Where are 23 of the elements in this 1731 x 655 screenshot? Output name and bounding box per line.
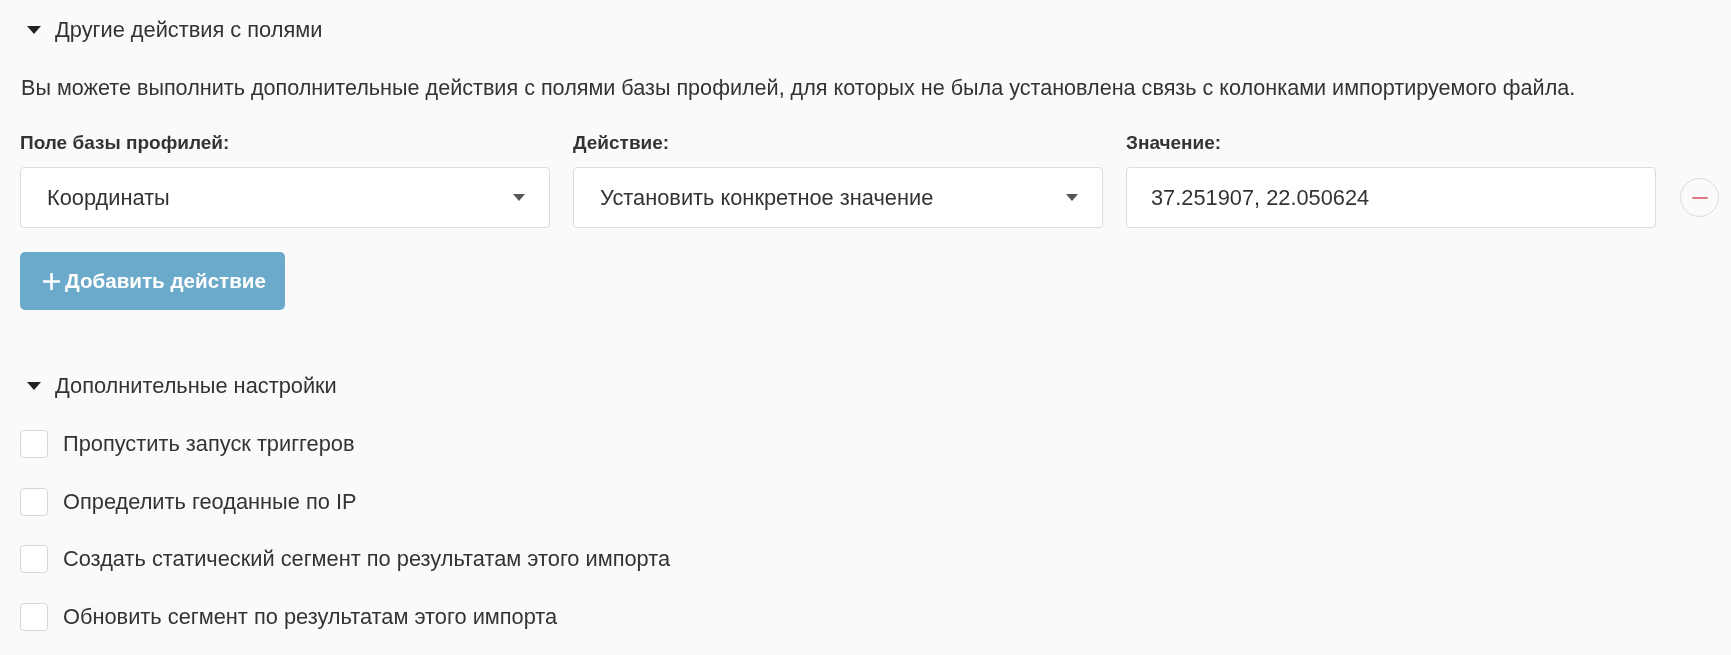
section-title[interactable]: Дополнительные настройки bbox=[55, 373, 337, 399]
column-label: Поле базы профилей: bbox=[20, 132, 230, 154]
caret-icon[interactable] bbox=[27, 382, 41, 390]
checkbox[interactable] bbox=[20, 487, 48, 516]
value-input-field[interactable]: 37.251907, 22.050624 bbox=[1126, 167, 1656, 228]
description-text: Вы можете выполнить дополнительные действия с полями базы профилей, для которых не была установлена связь с колонками импортируемого файла. bbox=[21, 75, 1577, 101]
checkbox[interactable] bbox=[20, 430, 48, 458]
column-label: Действие: bbox=[573, 132, 670, 154]
checkbox-label[interactable]: Пропустить запуск триггеров bbox=[63, 431, 355, 457]
checkbox[interactable] bbox=[20, 545, 48, 574]
plus-icon bbox=[43, 272, 60, 290]
checkbox-label[interactable]: Создать статический сегмент по результатам этого импорта bbox=[63, 546, 671, 573]
minus-icon bbox=[1691, 196, 1708, 199]
caret-icon bbox=[1066, 194, 1078, 201]
action-dropdown[interactable]: Установить конкретное значение bbox=[573, 167, 1103, 228]
caret-icon bbox=[513, 194, 525, 201]
field-dropdown[interactable]: Координаты bbox=[20, 167, 550, 228]
caret-icon[interactable] bbox=[27, 26, 41, 34]
section-title[interactable]: Другие действия с полями bbox=[55, 17, 323, 43]
checkbox-label[interactable]: Обновить сегмент по результатам этого импорта bbox=[63, 603, 558, 630]
checkbox[interactable] bbox=[20, 602, 48, 631]
checkbox-label[interactable]: Определить геоданные по IP bbox=[63, 488, 357, 515]
column-label: Значение: bbox=[1126, 132, 1222, 154]
